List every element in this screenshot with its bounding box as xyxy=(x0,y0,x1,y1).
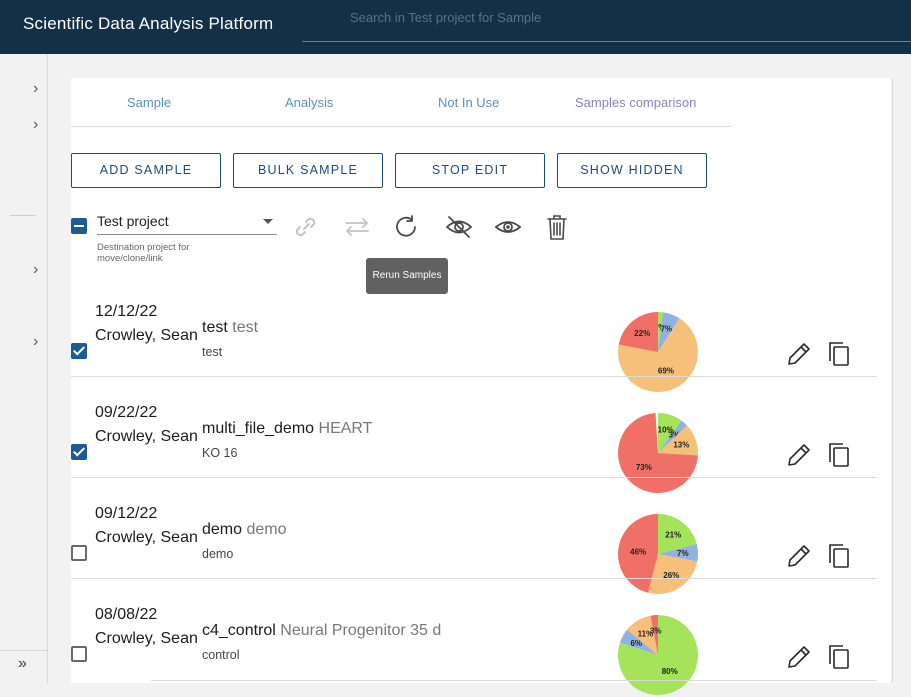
sample-row[interactable]: 09/22/22 Crowley, Sean multi_file_demo H… xyxy=(71,377,877,493)
sample-name: test xyxy=(202,319,228,336)
sample-date: 08/08/22 xyxy=(95,606,158,623)
sample-title[interactable]: c4_control Neural Progenitor 35 d xyxy=(202,622,441,640)
sample-subtitle: KO 16 xyxy=(202,446,238,460)
double-chevron-right-icon[interactable]: » xyxy=(18,655,27,673)
copy-icon[interactable] xyxy=(825,542,853,570)
pie-slice-label: 3% xyxy=(650,626,662,635)
tab-bar: Sample Analysis Not In Use Samples compa… xyxy=(71,78,731,127)
top-bar: Scientific Data Analysis Platform xyxy=(0,0,911,54)
show-icon[interactable] xyxy=(494,214,522,240)
pie-slice-label: 46% xyxy=(630,547,646,556)
copy-icon[interactable] xyxy=(825,340,853,368)
pie-slice-label: 7% xyxy=(677,549,689,558)
edit-icon[interactable] xyxy=(785,340,813,368)
pie-slice-label: 69% xyxy=(658,366,674,375)
tab-samples-comparison[interactable]: Samples comparison xyxy=(575,95,696,110)
sample-date: 09/22/22 xyxy=(95,404,158,421)
link-icon[interactable] xyxy=(292,214,320,240)
chevron-right-icon[interactable]: › xyxy=(33,333,38,351)
search-input[interactable] xyxy=(350,10,890,25)
sample-date: 09/12/22 xyxy=(95,505,158,522)
add-sample-button[interactable]: ADD SAMPLE xyxy=(71,153,221,188)
sample-row[interactable]: 08/08/22 Crowley, Sean c4_control Neural… xyxy=(71,579,877,695)
sample-date: 12/12/22 xyxy=(95,303,158,320)
chevron-right-icon[interactable]: › xyxy=(33,80,38,98)
pie-slice-label: 80% xyxy=(662,667,678,676)
pie-slice-label: 7% xyxy=(661,325,673,334)
sample-name: demo xyxy=(202,521,243,538)
delete-icon[interactable] xyxy=(543,214,571,240)
sample-owner: Crowley, Sean xyxy=(95,327,198,344)
edit-icon[interactable] xyxy=(785,643,813,671)
main-area: Sample Analysis Not In Use Samples compa… xyxy=(49,54,911,695)
stop-edit-button[interactable]: STOP EDIT xyxy=(395,153,545,188)
rail-footer: » xyxy=(0,650,48,683)
sample-title[interactable]: demo demo xyxy=(202,521,287,539)
destination-project-select[interactable]: Test project xyxy=(97,211,277,235)
row-checkbox[interactable] xyxy=(71,646,87,662)
show-hidden-button[interactable]: SHOW HIDDEN xyxy=(557,153,707,188)
sample-subtitle: demo xyxy=(202,547,234,561)
sample-title[interactable]: multi_file_demo HEART xyxy=(202,420,372,438)
tab-analysis[interactable]: Analysis xyxy=(285,95,333,110)
sample-subtitle: control xyxy=(202,648,240,662)
sample-row[interactable]: 09/12/22 Crowley, Sean demo demo demo 21… xyxy=(71,478,877,594)
left-rail: › › › › » xyxy=(0,54,48,683)
sample-description: HEART xyxy=(318,420,373,437)
row-checkbox[interactable] xyxy=(71,343,87,359)
hide-icon[interactable] xyxy=(445,214,473,240)
select-all-checkbox[interactable] xyxy=(71,218,87,234)
bulk-sample-button[interactable]: BULK SAMPLE xyxy=(233,153,383,188)
search-box xyxy=(302,0,911,42)
row-divider xyxy=(151,680,877,681)
sample-name: c4_control xyxy=(202,622,276,639)
row-checkbox[interactable] xyxy=(71,444,87,460)
tab-not-in-use[interactable]: Not In Use xyxy=(438,95,499,110)
sample-owner: Crowley, Sean xyxy=(95,630,198,647)
pie-slice-label: 21% xyxy=(665,530,681,539)
sample-row[interactable]: 12/12/22 Crowley, Sean test test test 2%… xyxy=(71,276,877,392)
app-title: Scientific Data Analysis Platform xyxy=(23,14,274,33)
swap-icon[interactable] xyxy=(343,214,371,240)
pie-slice-label: 13% xyxy=(673,441,689,450)
row-checkbox[interactable] xyxy=(71,545,87,561)
sample-owner: Crowley, Sean xyxy=(95,428,198,445)
project-helper-text: Destination project for move/clone/link xyxy=(97,242,190,264)
pie-slice-label: 6% xyxy=(630,639,642,648)
sample-description: demo xyxy=(246,521,287,538)
sample-title[interactable]: test test xyxy=(202,319,258,337)
dropdown-arrow-icon xyxy=(263,219,273,224)
sample-name: multi_file_demo xyxy=(202,420,315,437)
sample-owner: Crowley, Sean xyxy=(95,529,198,546)
panel-edge xyxy=(892,78,893,683)
rail-divider xyxy=(10,215,36,216)
copy-icon[interactable] xyxy=(825,643,853,671)
pie-slice-label: 73% xyxy=(636,463,652,472)
pie-slice-label: 22% xyxy=(634,329,650,338)
chevron-right-icon[interactable]: › xyxy=(33,261,38,279)
composition-pie-chart: 80%6%11%3% xyxy=(618,615,698,695)
sample-description: test xyxy=(232,319,259,336)
samples-panel: Sample Analysis Not In Use Samples compa… xyxy=(71,78,891,695)
edit-icon[interactable] xyxy=(785,441,813,469)
project-select-value: Test project xyxy=(97,213,169,229)
sample-subtitle: test xyxy=(202,345,223,359)
rerun-icon[interactable] xyxy=(393,214,421,240)
copy-icon[interactable] xyxy=(825,441,853,469)
tab-sample[interactable]: Sample xyxy=(127,95,171,110)
edit-icon[interactable] xyxy=(785,542,813,570)
sample-description: Neural Progenitor 35 d xyxy=(280,622,442,639)
chevron-right-icon[interactable]: › xyxy=(33,116,38,134)
